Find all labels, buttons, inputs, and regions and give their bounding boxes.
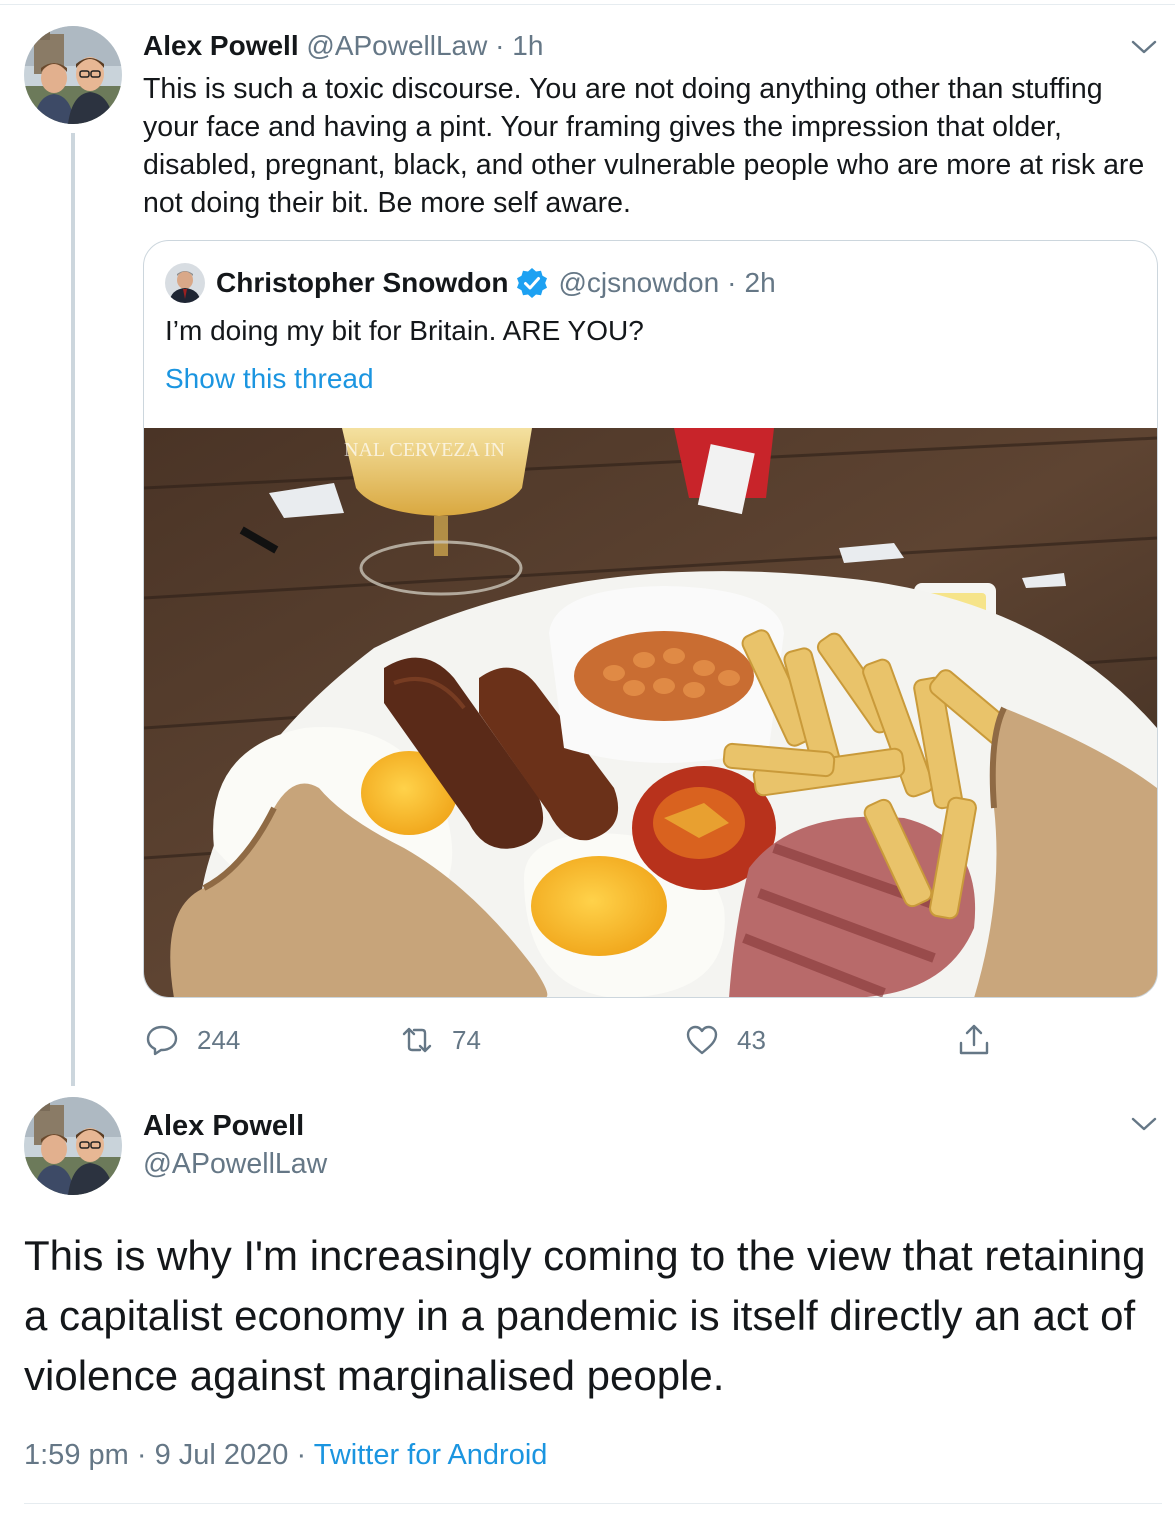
separator-dot: · — [296, 1439, 307, 1471]
quoted-tweet-photo[interactable]: NAL CERVEZA IN — [144, 428, 1157, 997]
share-icon — [959, 1024, 989, 1055]
quoted-author-handle[interactable]: @cjsnowdon — [558, 265, 719, 301]
tweet-date[interactable]: 9 Jul 2020 — [155, 1439, 289, 1471]
retweet-icon — [402, 1027, 432, 1053]
quoted-author-avatar — [165, 263, 205, 303]
chevron-down-icon[interactable] — [1131, 39, 1157, 55]
tweet-source-link[interactable]: Twitter for Android — [314, 1439, 548, 1471]
like-icon — [686, 1025, 718, 1055]
author-handle[interactable]: @APowellLaw — [306, 30, 487, 61]
share-button[interactable] — [957, 1018, 1009, 1062]
separator-dot: · — [495, 30, 505, 61]
reply-tweet-text: This is such a toxic discourse. You are … — [143, 73, 1145, 219]
main-author-handle[interactable]: @APowellLaw — [143, 1146, 327, 1182]
main-author-avatar[interactable] — [24, 1097, 122, 1195]
thread-connector-line — [71, 133, 75, 1086]
tweet-metadata: 1:59 pm · 9 Jul 2020 · Twitter for Andro… — [24, 1436, 547, 1474]
like-count: 43 — [737, 1024, 766, 1055]
tweet-time[interactable]: 1h — [512, 30, 543, 61]
profile-photo-icon — [24, 26, 122, 124]
bottom-divider — [24, 1503, 1162, 1504]
quoted-author-name[interactable]: Christopher Snowdon — [216, 265, 508, 301]
quoted-tweet-text: I’m doing my bit for Britain. ARE YOU? — [165, 315, 644, 346]
separator-dot: · — [727, 267, 737, 298]
main-author-name[interactable]: Alex Powell — [143, 1108, 304, 1144]
author-avatar[interactable] — [24, 26, 122, 124]
top-divider — [0, 4, 1175, 5]
breakfast-photo-icon: NAL CERVEZA IN — [144, 428, 1157, 997]
profile-photo-icon — [165, 263, 205, 303]
verified-badge-icon — [517, 268, 548, 298]
quoted-tweet-card[interactable]: Christopher Snowdon @cjsnowdon · 2h I’m … — [143, 240, 1158, 998]
quoted-tweet-time[interactable]: 2h — [745, 265, 776, 301]
profile-photo-icon — [24, 1097, 122, 1195]
reply-tweet-header: Alex Powell @APowellLaw · 1h — [143, 29, 543, 63]
tweet-time[interactable]: 1:59 pm — [24, 1439, 129, 1471]
retweet-count: 74 — [452, 1024, 481, 1055]
main-tweet-text: This is why I'm increasingly coming to t… — [24, 1232, 1146, 1399]
like-button[interactable]: 43 — [685, 1018, 766, 1062]
reply-count: 244 — [197, 1024, 241, 1055]
quoted-tweet-header: Christopher Snowdon @cjsnowdon · 2h — [216, 265, 776, 301]
glass-text: NAL CERVEZA IN — [344, 439, 505, 461]
reply-button[interactable]: 244 — [145, 1018, 240, 1062]
chevron-down-icon[interactable] — [1131, 1116, 1157, 1132]
author-name[interactable]: Alex Powell — [143, 30, 299, 61]
retweet-button[interactable]: 74 — [400, 1018, 481, 1062]
separator-dot: · — [136, 1439, 147, 1471]
reply-icon — [146, 1025, 178, 1056]
show-thread-link[interactable]: Show this thread — [165, 361, 374, 397]
